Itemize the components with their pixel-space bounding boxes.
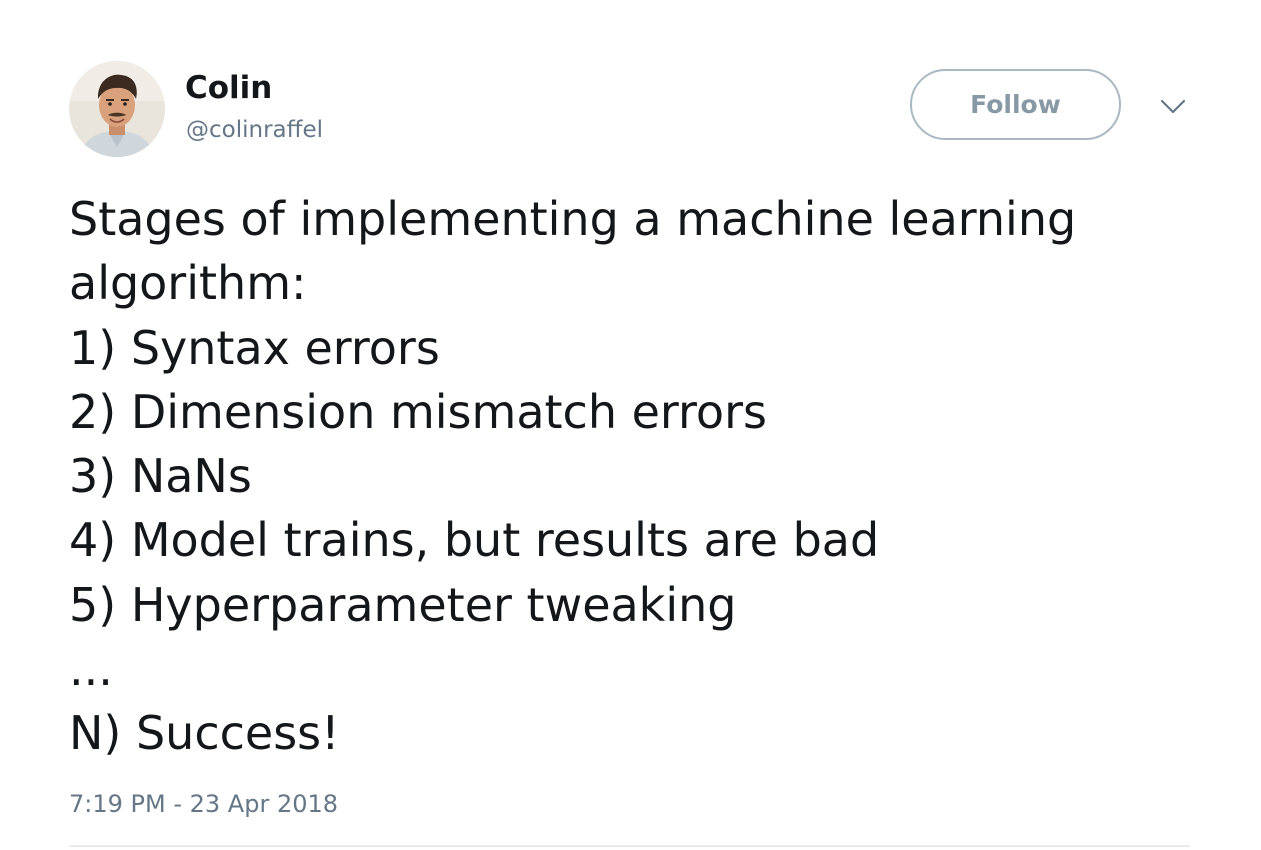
tweet-card: Colin @colinraffel Follow Stages of impl… bbox=[0, 0, 1261, 850]
tweet-text-line: 1) Syntax errors bbox=[69, 320, 440, 375]
tweet-text-line: 5) Hyperparameter tweaking bbox=[69, 577, 737, 632]
tweet-text-line: 2) Dimension mismatch errors bbox=[69, 384, 767, 439]
tweet-text-line: algorithm: bbox=[69, 256, 307, 311]
author-display-name[interactable]: Colin bbox=[185, 68, 272, 108]
follow-button[interactable]: Follow bbox=[910, 69, 1121, 140]
tweet-text-line: N) Success! bbox=[69, 706, 340, 761]
tweet-text-line: Stages of implementing a machine learnin… bbox=[69, 192, 1077, 246]
profile-photo-icon bbox=[69, 61, 165, 157]
divider bbox=[69, 845, 1190, 847]
tweet-text-line: ... bbox=[69, 642, 113, 697]
avatar[interactable] bbox=[69, 61, 165, 157]
tweet-text: Stages of implementing a machine learnin… bbox=[69, 187, 1199, 766]
tweet-timestamp[interactable]: 7:19 PM - 23 Apr 2018 bbox=[69, 787, 338, 821]
tweet-text-line: 3) NaNs bbox=[69, 449, 252, 504]
author-handle[interactable]: @colinraffel bbox=[186, 114, 323, 146]
chevron-down-icon[interactable] bbox=[1158, 94, 1188, 120]
tweet-text-line: 4) Model trains, but results are bad bbox=[69, 513, 880, 568]
